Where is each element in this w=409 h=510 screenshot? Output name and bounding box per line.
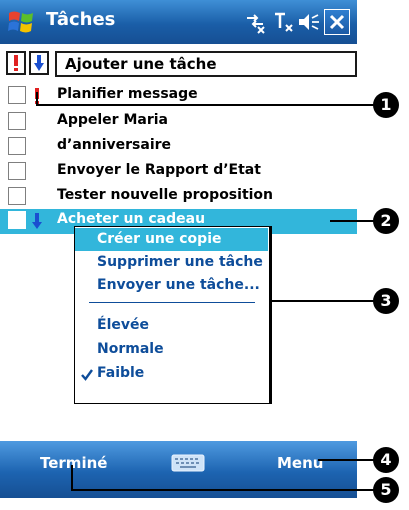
menu-separator [89,302,255,303]
close-button[interactable] [324,9,350,35]
low-priority-icon [32,213,42,229]
task-checkbox[interactable] [8,112,26,130]
softkey-menu[interactable]: Menu [277,454,323,472]
task-label: Acheter un cadeau [57,211,206,227]
callout-bracket [270,226,272,404]
menu-item-delete-task[interactable]: Supprimer une tâche [75,251,268,274]
signal-off-icon[interactable] [272,10,296,34]
menu-item-priority-high[interactable]: Élevée [75,314,268,337]
arrow-down-blue-icon [34,55,44,71]
menu-item-label: Supprimer une tâche [97,254,263,270]
device-screen: Tâches Ajouter une tâche Planifier messa… [0,0,357,498]
task-row[interactable]: Appeler Maria [0,110,357,135]
menu-item-priority-normal[interactable]: Normale [75,338,268,361]
new-task-input[interactable]: Ajouter une tâche [55,51,357,77]
callout-number: 4 [373,447,399,473]
keyboard-icon[interactable] [171,454,205,472]
callout-number: 2 [373,208,399,234]
task-row[interactable]: Tester nouvelle proposition [0,185,357,210]
callout-number: 3 [373,288,399,314]
low-priority-button[interactable] [29,51,49,75]
volume-icon[interactable] [296,10,322,34]
task-checkbox[interactable] [8,137,26,155]
menu-item-create-copy[interactable]: Créer une copie [75,228,268,251]
context-menu: Créer une copie Supprimer une tâche Envo… [74,226,270,404]
task-label: Appeler Maria [57,112,168,128]
task-checkbox[interactable] [8,187,26,205]
task-row[interactable]: d’anniversaire [0,135,357,160]
task-label: d’anniversaire [57,137,172,153]
task-row[interactable]: Envoyer le Rapport d’Etat [0,160,357,185]
connectivity-icon[interactable] [243,10,267,34]
menu-item-label: Faible [97,365,145,381]
menu-item-label: Créer une copie [97,231,222,247]
callout-leader [36,104,374,106]
high-priority-button[interactable] [6,51,26,75]
menu-item-label: Élevée [97,317,149,333]
callout-leader [71,465,73,490]
windows-start-icon[interactable] [6,7,36,37]
app-title: Tâches [46,9,116,30]
task-label: Tester nouvelle proposition [57,187,274,203]
callout-number: 5 [373,477,399,503]
task-checkbox[interactable] [8,211,26,229]
title-bar: Tâches [0,0,357,44]
callout-leader [270,300,374,302]
callout-number: 1 [373,92,399,118]
softkey-done[interactable]: Terminé [40,454,107,472]
task-checkbox[interactable] [8,86,26,104]
callout-leader [318,459,374,461]
menu-item-send-task[interactable]: Envoyer une tâche... [75,274,268,297]
command-row: Ajouter une tâche [0,46,357,80]
callout-leader [330,220,374,222]
menu-item-label: Normale [97,341,164,357]
task-label: Envoyer le Rapport d’Etat [57,162,261,178]
checkmark-icon [81,369,93,381]
menu-item-priority-low[interactable]: Faible [75,362,268,385]
task-checkbox[interactable] [8,162,26,180]
callout-leader [71,489,374,491]
exclamation-red-icon [14,55,18,71]
menu-item-label: Envoyer une tâche... [97,277,260,293]
task-label: Planifier message [57,86,198,102]
close-icon [329,14,345,30]
